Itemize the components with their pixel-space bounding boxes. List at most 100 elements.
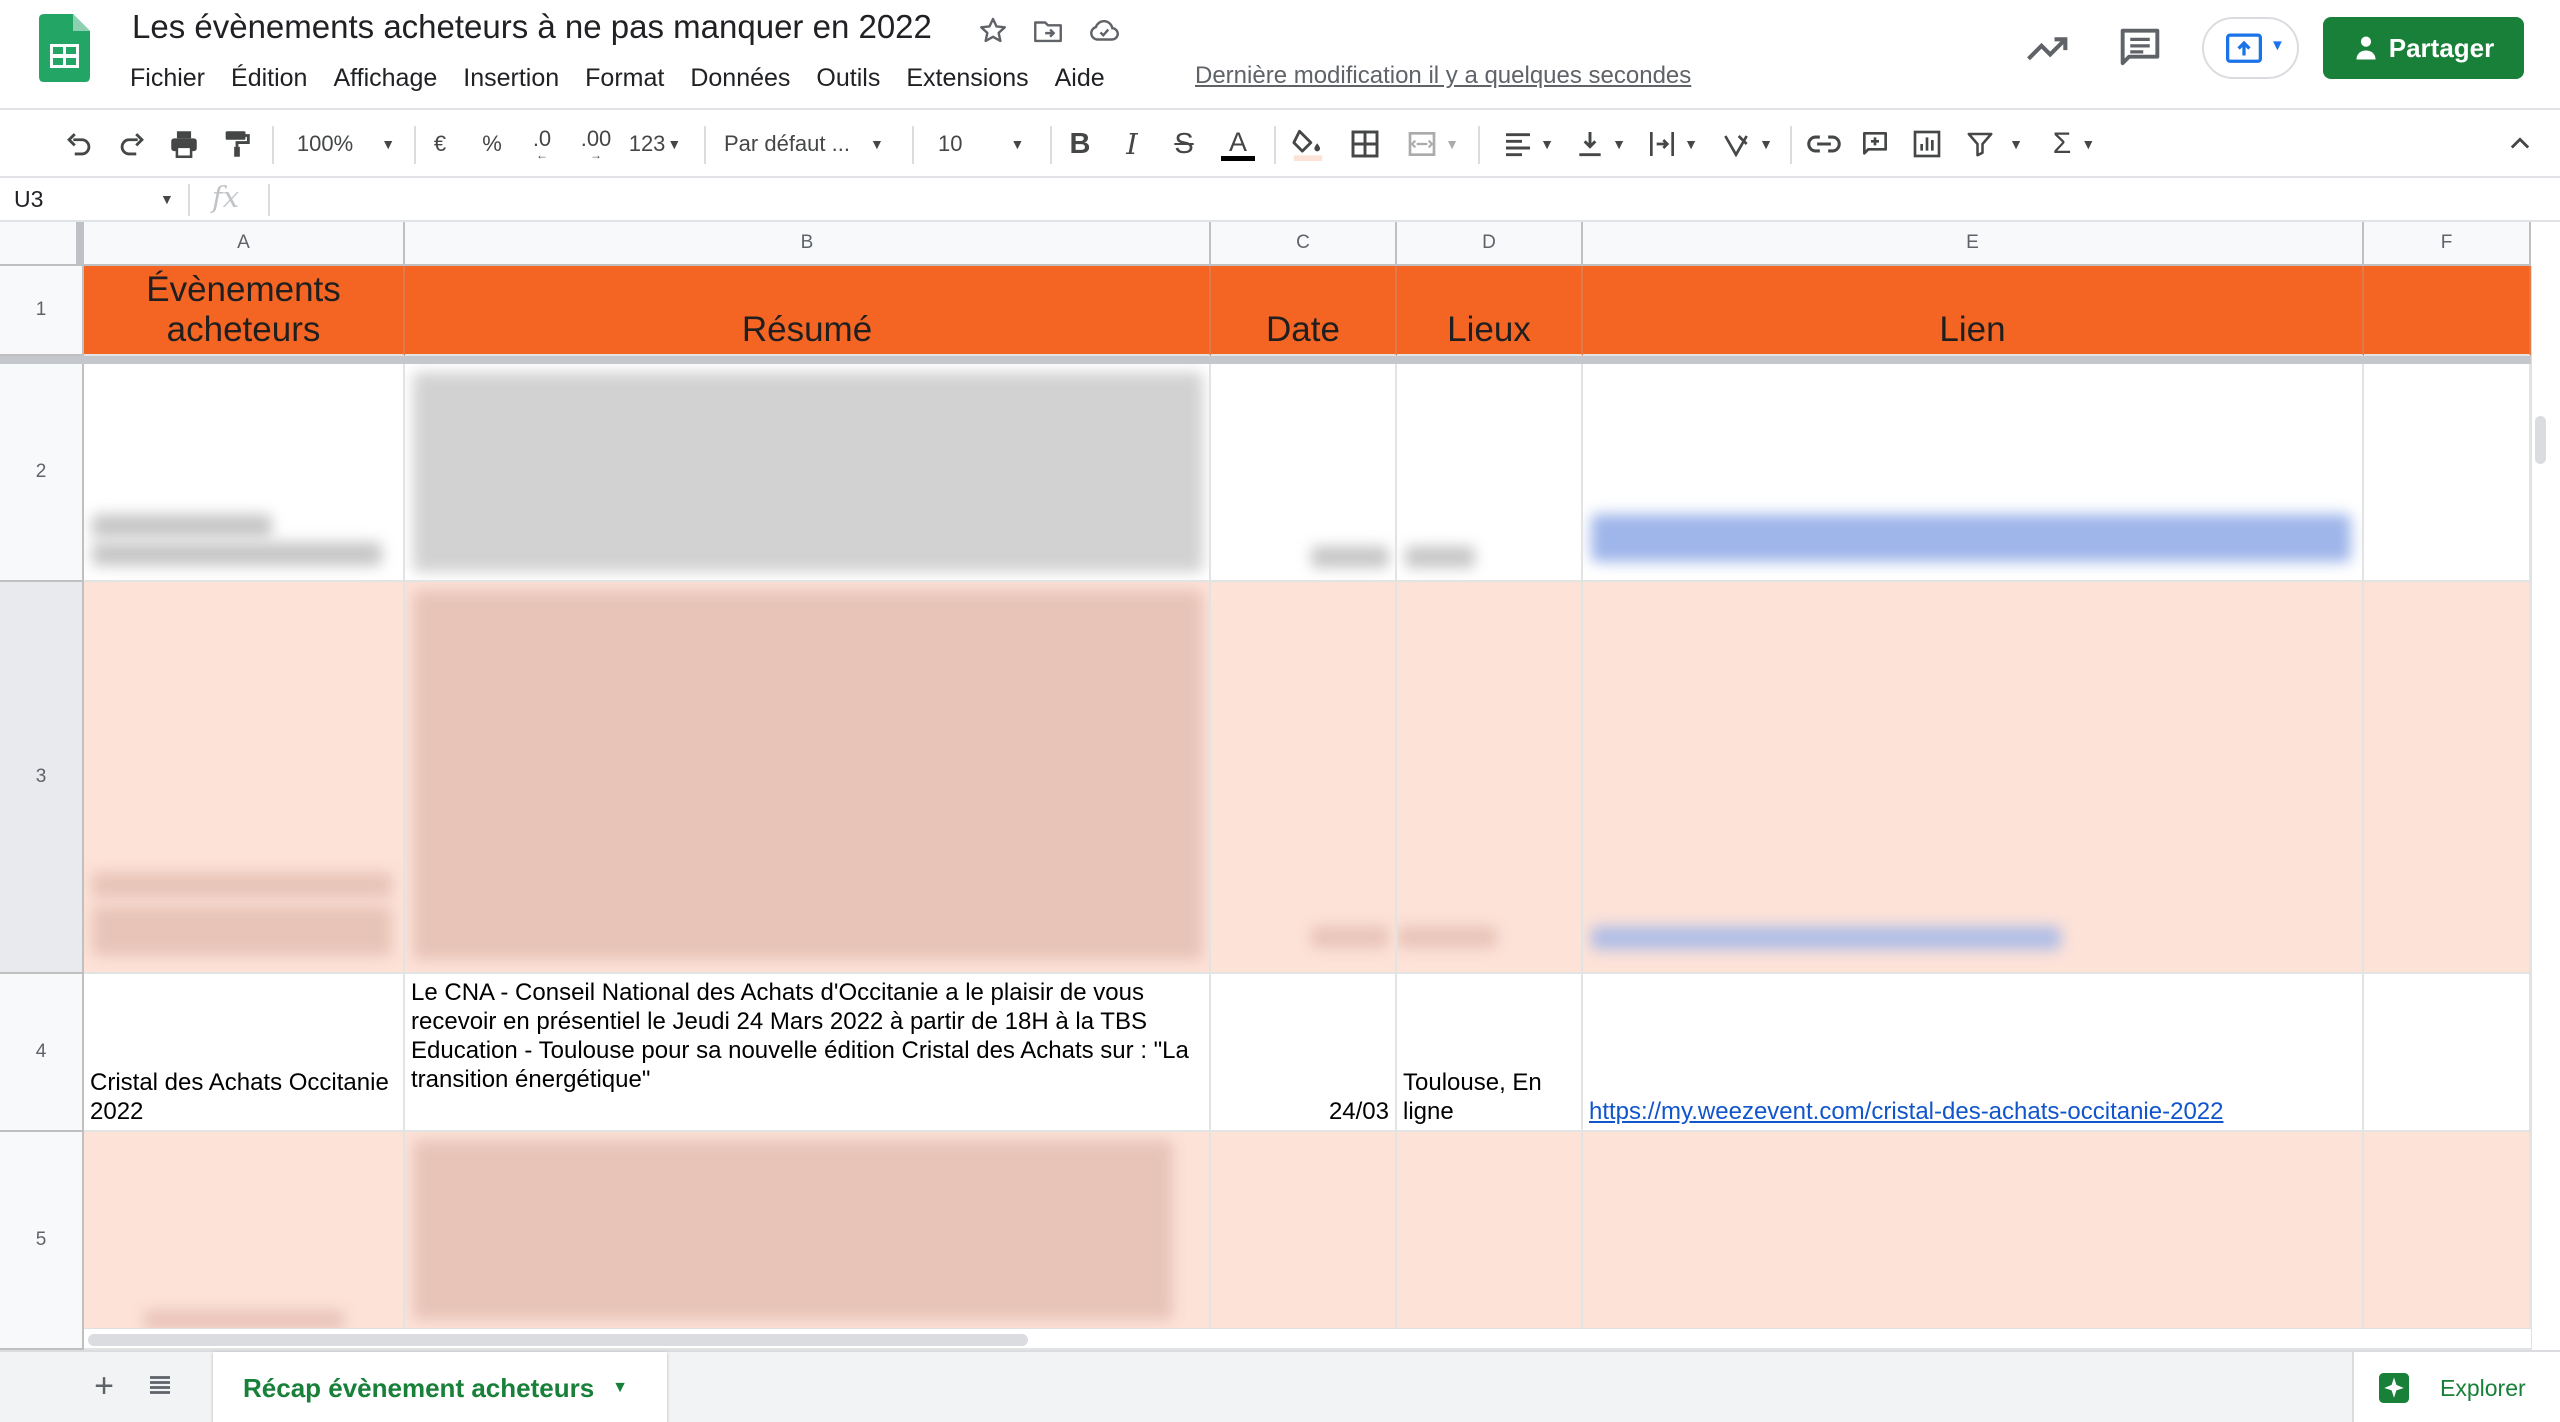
header-cell-events[interactable]: Évènements acheteurs (84, 266, 405, 356)
text-color-icon[interactable]: A (1218, 124, 1258, 164)
menu-fichier[interactable]: Fichier (130, 64, 205, 93)
cell-d5[interactable] (1397, 1132, 1583, 1350)
star-icon[interactable] (976, 14, 1010, 48)
row-header-3[interactable]: 3 (0, 582, 84, 974)
header-cell-link[interactable]: Lien (1583, 266, 2364, 356)
borders-icon[interactable] (1348, 124, 1382, 164)
row-header-5[interactable]: 5 (0, 1132, 84, 1350)
cell-c3[interactable] (1211, 582, 1397, 974)
present-button[interactable]: ▼ (2202, 17, 2299, 79)
row-header-2[interactable]: 2 (0, 364, 84, 582)
cell-a5[interactable] (84, 1132, 405, 1350)
chart-icon[interactable] (1910, 124, 1944, 164)
chevron-down-icon[interactable]: ▼ (160, 191, 174, 207)
vertical-scroll-thumb[interactable] (2535, 416, 2546, 464)
last-edit-link[interactable]: Dernière modification il y a quelques se… (1195, 62, 1691, 90)
cell-f4[interactable] (2364, 974, 2531, 1132)
event-link[interactable]: https://my.weezevent.com/cristal-des-ach… (1583, 1093, 2230, 1130)
header-cell-location[interactable]: Lieux (1397, 266, 1583, 356)
italic-icon[interactable]: I (1116, 124, 1148, 164)
cell-b3[interactable] (405, 582, 1211, 974)
merge-cells-icon[interactable]: ▼ (1402, 124, 1462, 164)
text-wrap-icon[interactable]: ▼ (1642, 124, 1702, 164)
all-sheets-icon[interactable] (145, 1370, 175, 1402)
cell-b2[interactable] (405, 364, 1211, 582)
menu-outils[interactable]: Outils (816, 64, 880, 93)
link-icon[interactable] (1806, 124, 1842, 164)
share-button[interactable]: Partager (2323, 17, 2524, 79)
horizontal-align-icon[interactable]: ▼ (1498, 124, 1558, 164)
column-header-e[interactable]: E (1583, 222, 2364, 266)
column-header-a[interactable]: A (84, 222, 405, 266)
font-family-select[interactable]: Par défaut ... ▼ (724, 124, 898, 164)
explore-button[interactable]: Explorer (2352, 1352, 2560, 1422)
row-header-4[interactable]: 4 (0, 974, 84, 1132)
undo-icon[interactable] (62, 124, 96, 164)
cell-c5[interactable] (1211, 1132, 1397, 1350)
document-title[interactable]: Les évènements acheteurs à ne pas manque… (132, 8, 932, 46)
cell-c4[interactable]: 24/03 (1211, 974, 1397, 1132)
cell-a2[interactable] (84, 364, 405, 582)
cell-e4[interactable]: https://my.weezevent.com/cristal-des-ach… (1583, 974, 2364, 1132)
column-header-c[interactable]: C (1211, 222, 1397, 266)
row-header-1[interactable]: 1 (0, 266, 84, 356)
chevron-down-icon[interactable]: ▼ (612, 1379, 628, 1397)
cell-a4[interactable]: Cristal des Achats Occitanie 2022 (84, 974, 405, 1132)
menu-aide[interactable]: Aide (1055, 64, 1105, 93)
bold-icon[interactable]: B (1064, 124, 1096, 164)
number-format-select[interactable]: 123 ▼ (626, 124, 684, 164)
font-size-select[interactable]: 10 ▼ (938, 124, 1038, 164)
cell-f5[interactable] (2364, 1132, 2531, 1350)
sheets-logo-icon[interactable] (39, 14, 90, 82)
cell-e3[interactable] (1583, 582, 2364, 974)
column-header-f[interactable]: F (2364, 222, 2531, 266)
comments-icon[interactable] (2114, 22, 2166, 74)
vertical-align-icon[interactable]: ▼ (1570, 124, 1630, 164)
filter-icon[interactable]: ▼ (1962, 124, 2026, 164)
percent-format-button[interactable]: % (480, 124, 504, 164)
paint-format-icon[interactable] (220, 124, 254, 164)
cell-a3[interactable] (84, 582, 405, 974)
cell-b4[interactable]: Le CNA - Conseil National des Achats d'O… (405, 974, 1211, 1132)
cell-c2[interactable] (1211, 364, 1397, 582)
menu-donnees[interactable]: Données (690, 64, 790, 93)
cell-f2[interactable] (2364, 364, 2531, 582)
cell-b5[interactable] (405, 1132, 1211, 1350)
menu-format[interactable]: Format (585, 64, 664, 93)
cell-d3[interactable] (1397, 582, 1583, 974)
zoom-select[interactable]: 100% ▼ (296, 124, 396, 164)
menu-insertion[interactable]: Insertion (463, 64, 559, 93)
horizontal-scrollbar[interactable] (84, 1328, 2531, 1348)
header-cell-date[interactable]: Date (1211, 266, 1397, 356)
move-folder-icon[interactable] (1031, 14, 1065, 48)
increase-decimal-button[interactable]: .00 → (576, 124, 616, 164)
decrease-decimal-button[interactable]: .0 ← (524, 124, 560, 164)
vertical-scrollbar[interactable] (2531, 266, 2548, 1350)
cell-e2[interactable] (1583, 364, 2364, 582)
collapse-icon[interactable] (2504, 124, 2536, 164)
text-rotation-icon[interactable]: ▼ (1714, 124, 1778, 164)
cloud-status-icon[interactable] (1087, 14, 1121, 48)
name-box[interactable]: U3 (14, 186, 43, 213)
header-cell-empty[interactable] (2364, 266, 2531, 356)
comment-add-icon[interactable] (1858, 124, 1892, 164)
strikethrough-icon[interactable]: S (1168, 124, 1200, 164)
fill-color-icon[interactable] (1290, 124, 1326, 164)
cell-d2[interactable] (1397, 364, 1583, 582)
select-all-corner[interactable] (0, 222, 84, 266)
menu-edition[interactable]: Édition (231, 64, 307, 93)
column-header-b[interactable]: B (405, 222, 1211, 266)
frozen-row-divider[interactable] (0, 356, 2548, 364)
activity-trend-icon[interactable] (2022, 22, 2074, 74)
column-header-d[interactable]: D (1397, 222, 1583, 266)
menu-extensions[interactable]: Extensions (906, 64, 1028, 93)
redo-icon[interactable] (115, 124, 149, 164)
add-sheet-icon[interactable]: + (88, 1367, 120, 1405)
functions-icon[interactable]: Σ ▼ (2046, 124, 2102, 164)
cell-f3[interactable] (2364, 582, 2531, 974)
formula-input[interactable] (284, 184, 2534, 216)
cell-d4[interactable]: Toulouse, En ligne (1397, 974, 1583, 1132)
horizontal-scroll-thumb[interactable] (88, 1334, 1028, 1346)
cell-e5[interactable] (1583, 1132, 2364, 1350)
menu-affichage[interactable]: Affichage (333, 64, 437, 93)
